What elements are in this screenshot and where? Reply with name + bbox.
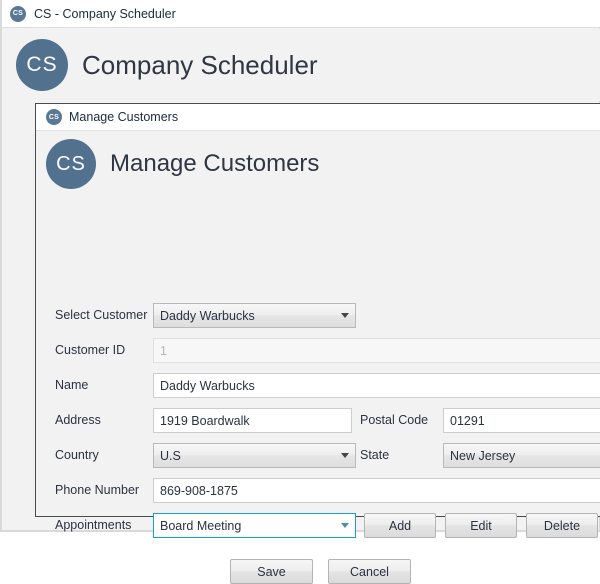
appointments-dropdown[interactable]: Board Meeting: [153, 513, 356, 538]
country-label: Country: [55, 448, 99, 462]
cs-dialog-icon: CS: [46, 109, 62, 125]
country-value: U.S: [160, 448, 181, 463]
customer-id-label: Customer ID: [55, 343, 126, 357]
avatar: CS: [16, 39, 68, 91]
state-dropdown[interactable]: New Jersey: [443, 443, 600, 468]
add-appointment-button[interactable]: Add: [364, 513, 436, 538]
save-button[interactable]: Save: [230, 559, 313, 584]
phone-number-field[interactable]: [153, 478, 600, 503]
delete-appointment-button[interactable]: Delete: [526, 513, 598, 538]
customer-id-field[interactable]: [153, 338, 600, 363]
window-title: CS - Company Scheduler: [34, 6, 176, 21]
cs-app-icon: CS: [10, 5, 26, 22]
select-customer-label: Select Customer: [55, 308, 148, 322]
chevron-down-icon: [341, 523, 349, 528]
select-customer-value: Daddy Warbucks: [160, 308, 255, 323]
window-titlebar: CS CS - Company Scheduler: [2, 0, 600, 28]
name-label: Name: [55, 378, 89, 392]
customer-form: Select Customer Daddy Warbucks Customer …: [36, 197, 600, 584]
appointments-value: Board Meeting: [160, 518, 242, 533]
cancel-button[interactable]: Cancel: [328, 559, 411, 584]
page-title: Company Scheduler: [82, 49, 318, 80]
appointments-label: Appointments: [55, 518, 132, 532]
name-field[interactable]: [153, 373, 600, 398]
postal-code-label: Postal Code: [360, 413, 429, 427]
phone-number-label: Phone Number: [55, 483, 140, 497]
manage-customers-dialog: CS Manage Customers CS Manage Customers …: [35, 103, 600, 584]
dialog-titlebar: CS Manage Customers: [36, 104, 600, 131]
country-dropdown[interactable]: U.S: [153, 443, 356, 468]
application-header: CS Company Scheduler: [2, 29, 600, 101]
dialog-avatar: CS: [46, 139, 96, 189]
application-window: CS CS - Company Scheduler CS Company Sch…: [0, 0, 600, 584]
state-label: State: [360, 448, 390, 462]
state-value: New Jersey: [450, 448, 516, 463]
dialog-title: Manage Customers: [69, 110, 179, 124]
dialog-header: CS Manage Customers: [36, 131, 600, 197]
chevron-down-icon: [341, 453, 349, 458]
edit-appointment-button[interactable]: Edit: [445, 513, 517, 538]
address-field[interactable]: [153, 408, 352, 433]
postal-code-field[interactable]: [443, 408, 600, 433]
chevron-down-icon: [341, 313, 349, 318]
dialog-heading: Manage Customers: [110, 150, 320, 177]
select-customer-dropdown[interactable]: Daddy Warbucks: [153, 303, 356, 328]
address-label: Address: [55, 413, 101, 427]
